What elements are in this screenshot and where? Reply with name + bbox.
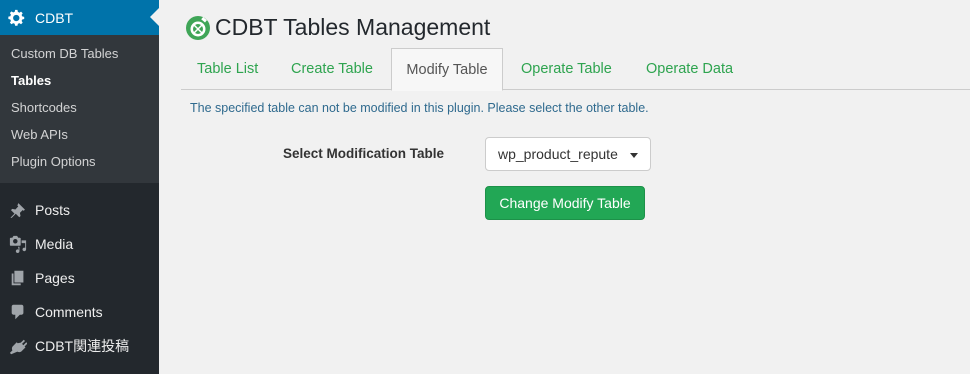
submenu-item-shortcodes[interactable]: Shortcodes (0, 94, 159, 121)
media-icon (8, 234, 28, 254)
sidebar-item-comments[interactable]: Comments (0, 295, 159, 329)
submenu-item-plugin-options[interactable]: Plugin Options (0, 148, 159, 175)
cdbt-logo-icon (185, 15, 211, 41)
tab-operate-table[interactable]: Operate Table (521, 48, 612, 90)
sidebar-item-media[interactable]: Media (0, 227, 159, 261)
pages-icon (8, 268, 28, 288)
page-title: CDBT Tables Management (215, 14, 491, 40)
table-select-dropdown[interactable]: wp_product_repute (485, 137, 651, 171)
sidebar-item-label: Media (35, 236, 74, 252)
tab-modify-table[interactable]: Modify Table (391, 48, 503, 91)
main-content: CDBT Tables Management Table List Create… (159, 0, 970, 374)
sidebar-item-cdbt[interactable]: CDBT (0, 0, 159, 35)
sidebar-submenu: Custom DB Tables Tables Shortcodes Web A… (0, 35, 159, 183)
change-modify-table-button[interactable]: Change Modify Table (485, 186, 645, 220)
sidebar-item-label: Pages (35, 270, 75, 286)
submenu-item-web-apis[interactable]: Web APIs (0, 121, 159, 148)
sidebar-item-cdbt-posts[interactable]: CDBT関連投稿 (0, 329, 159, 363)
tab-bar: Table List Create Table Modify Table Ope… (181, 48, 970, 91)
current-menu-arrow (150, 8, 159, 26)
plugin-icon (8, 336, 28, 356)
select-modification-table-label: Select Modification Table (283, 146, 445, 161)
submenu-item-tables[interactable]: Tables (0, 67, 159, 94)
pushpin-icon (8, 200, 28, 220)
notice-message: The specified table can not be modified … (190, 101, 649, 115)
sidebar-item-label: Comments (35, 304, 103, 320)
tab-table-list[interactable]: Table List (197, 48, 258, 90)
gear-icon (7, 8, 27, 28)
caret-down-icon (630, 153, 638, 158)
sidebar-item-label: CDBT関連投稿 (35, 338, 130, 354)
sidebar-item-posts[interactable]: Posts (0, 193, 159, 227)
submenu-item-custom-db-tables[interactable]: Custom DB Tables (0, 40, 159, 67)
admin-sidebar: CDBT Custom DB Tables Tables Shortcodes … (0, 0, 159, 374)
page-header: CDBT Tables Management (185, 14, 490, 41)
tab-create-table[interactable]: Create Table (291, 48, 373, 90)
sidebar-menu-list: Posts Media Pages Comments CDBT関連投稿 (0, 183, 159, 363)
tab-operate-data[interactable]: Operate Data (646, 48, 733, 90)
selected-table-value: wp_product_repute (498, 146, 618, 162)
sidebar-item-label: CDBT (35, 9, 74, 26)
comments-icon (8, 302, 28, 322)
sidebar-item-pages[interactable]: Pages (0, 261, 159, 295)
sidebar-item-label: Posts (35, 202, 71, 218)
